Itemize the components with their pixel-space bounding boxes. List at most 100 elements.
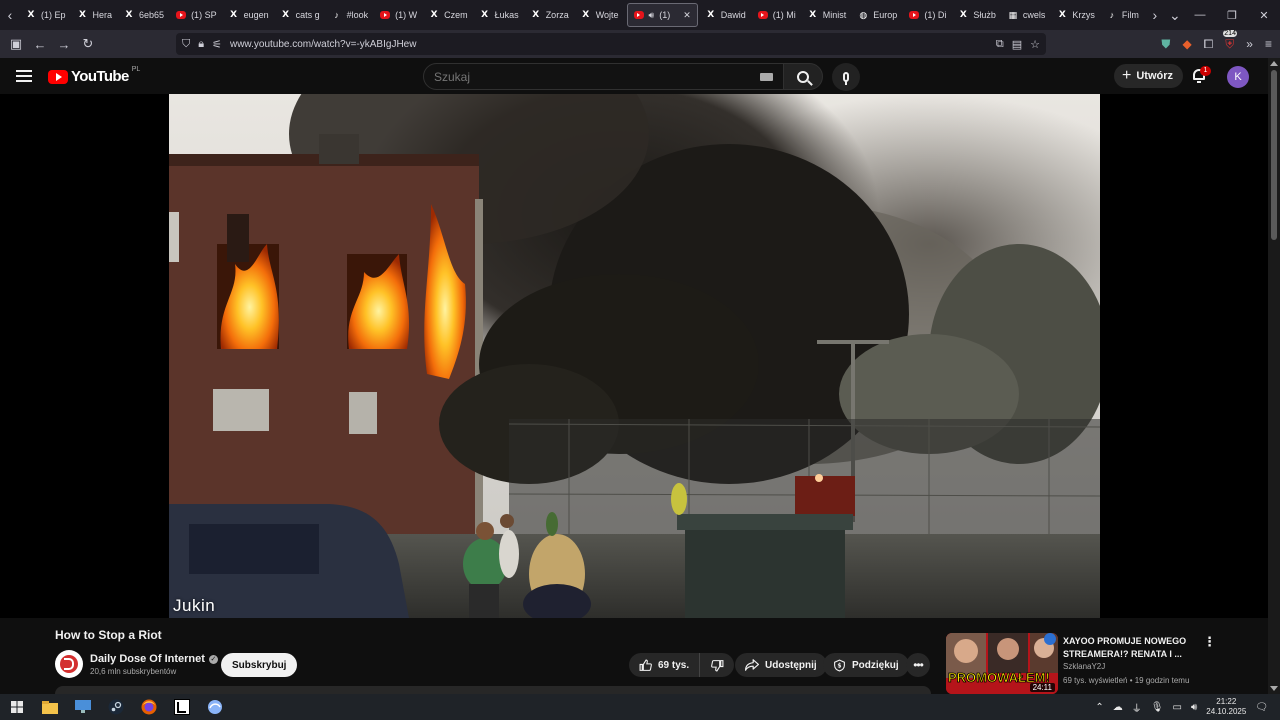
browser-tab[interactable]: X Zorza — [525, 0, 575, 30]
browser-tab[interactable]: X Minist — [802, 0, 853, 30]
browser-tab[interactable]: X 6eb65 — [118, 0, 170, 30]
create-button[interactable]: + Utwórz — [1114, 64, 1184, 88]
overflow-chevrons-icon[interactable]: » — [1246, 37, 1253, 51]
scroll-down-arrow-icon[interactable] — [1270, 686, 1278, 691]
browser-tab[interactable]: X Dawid — [700, 0, 752, 30]
reader-view-icon[interactable]: ▤ — [1012, 38, 1022, 51]
close-window-icon[interactable]: ✕ — [1248, 0, 1280, 30]
vpn-shield-icon[interactable]: ⛊ — [1161, 37, 1170, 52]
extension-fox-icon[interactable]: ◆ — [1182, 37, 1191, 51]
scroll-up-arrow-icon[interactable] — [1270, 61, 1278, 66]
search-input[interactable] — [434, 69, 734, 84]
lock-icon[interactable]: 🔒︎ — [198, 38, 204, 51]
permissions-icon[interactable]: ⚟ — [212, 38, 222, 51]
video-player[interactable]: Jukin — [0, 94, 1268, 618]
notion-icon[interactable] — [165, 694, 198, 720]
firefox-icon[interactable] — [132, 694, 165, 720]
ublock-icon[interactable]: ⛨ 214 — [1223, 29, 1237, 52]
subscribe-button[interactable]: Subskrybuj — [221, 653, 298, 677]
usb-device-icon[interactable]: ⏚ — [1132, 700, 1142, 715]
bookmark-star-icon[interactable]: ☆ — [1030, 38, 1040, 51]
account-avatar[interactable]: K — [1227, 66, 1249, 88]
browser-tab[interactable]: ♪ #look — [326, 0, 375, 30]
channel-avatar[interactable] — [55, 650, 83, 678]
microphone-tray-icon[interactable]: 🎙︎ — [1151, 702, 1164, 713]
browser-tab[interactable]: Xcats g — [275, 0, 326, 30]
tab-scroll-left-button[interactable]: ‹ — [0, 0, 20, 30]
like-count: 69 tys. — [658, 659, 690, 671]
browser-tab[interactable]: X (1) Ep — [20, 0, 72, 30]
search-box[interactable] — [423, 63, 786, 90]
browser-tab[interactable]: ▦ cwels — [1002, 0, 1052, 30]
url-bar[interactable]: ⛉ 🔒︎ ⚟ www.youtube.com/watch?v=-ykABIgJH… — [176, 33, 1046, 55]
x-icon: X — [959, 10, 967, 20]
channel-name[interactable]: Daily Dose Of Internet — [90, 653, 205, 665]
ai-app-icon[interactable] — [198, 694, 231, 720]
extensions-puzzle-icon[interactable]: ⧠ — [1204, 37, 1214, 52]
tab-list-dropdown-button[interactable]: ⌄ — [1165, 0, 1185, 30]
like-button[interactable]: 69 tys. — [629, 653, 701, 677]
notifications-icon[interactable]: 🗨︎ — [1255, 702, 1268, 713]
scroll-thumb[interactable] — [1271, 70, 1277, 240]
restore-icon[interactable]: ❐ — [1216, 0, 1248, 30]
x-icon: X — [27, 10, 35, 20]
tab-audio-icon[interactable]: 🔊︎ — [649, 10, 655, 21]
recommendation-menu-icon[interactable]: ⋮ — [1203, 635, 1216, 650]
windows-taskbar: ⌃ ☁ ⏚ 🎙︎ ▭ 🔊︎ 21:22 24.10.2025 🗨︎ — [0, 694, 1280, 720]
keyboard-icon[interactable] — [760, 73, 773, 81]
channel-name-link[interactable]: Daily Dose Of Internet ✓ — [90, 653, 218, 665]
browser-tab[interactable]: (1) W — [374, 0, 423, 30]
browser-tab[interactable]: X Hera — [72, 0, 119, 30]
browser-tab[interactable]: ♪ Film — [1101, 0, 1145, 30]
tab-scroll-right-button[interactable]: › — [1145, 0, 1165, 30]
volume-icon[interactable]: 🔊︎ — [1191, 702, 1197, 713]
video-frame[interactable]: Jukin — [169, 94, 1100, 618]
reload-icon[interactable]: ↻ — [76, 30, 100, 58]
browser-tab-label: (1) — [659, 10, 671, 20]
sidebar-toggle-icon[interactable]: ▣ — [4, 30, 28, 58]
back-icon[interactable]: ← — [28, 30, 52, 58]
browser-tab[interactable]: X Łukas — [474, 0, 525, 30]
dislike-button[interactable] — [700, 653, 734, 677]
close-tab-icon[interactable]: ✕ — [683, 10, 691, 21]
remote-desktop-icon[interactable] — [66, 694, 99, 720]
guide-menu-icon[interactable] — [14, 67, 34, 85]
url-text[interactable]: www.youtube.com/watch?v=-ykABIgJHew — [230, 39, 416, 50]
browser-tab[interactable]: 🔊︎ (1) ✕ — [626, 3, 698, 27]
thanks-button[interactable]: $ Podziękuj — [823, 653, 909, 677]
recommendation-title[interactable]: XAYOO PROMUJE NOWEGO STREAMERA!? RENATA … — [1063, 635, 1203, 661]
youtube-logo[interactable]: YouTube PL — [48, 66, 140, 85]
clock[interactable]: 21:22 24.10.2025 — [1206, 697, 1246, 717]
browser-tab[interactable]: Xeugen — [223, 0, 275, 30]
search-button[interactable] — [783, 63, 823, 90]
minimize-icon[interactable]: — — [1184, 0, 1216, 30]
browser-tab[interactable]: X Wojte — [575, 0, 625, 30]
browser-tab[interactable]: X Czem — [423, 0, 474, 30]
browser-tab-label: Film — [1121, 10, 1139, 20]
browser-tab[interactable]: (1) SP — [170, 0, 223, 30]
page-scrollbar[interactable] — [1268, 58, 1280, 694]
forward-icon[interactable]: → — [52, 30, 76, 58]
x-icon: X — [582, 10, 590, 20]
browser-tab[interactable]: X Służb — [952, 0, 1002, 30]
description-box[interactable] — [55, 686, 931, 694]
recommendation-channel[interactable]: SzklanaY2J — [1063, 662, 1105, 671]
share-arrow-icon — [745, 659, 759, 671]
browser-tab[interactable]: (1) Di — [903, 0, 952, 30]
more-actions-button[interactable]: ••• — [906, 653, 930, 677]
browser-tab[interactable]: (1) Mi — [752, 0, 802, 30]
browser-tab[interactable]: X Krzys — [1051, 0, 1101, 30]
app-menu-icon[interactable]: ≡ — [1265, 37, 1272, 51]
file-explorer-icon[interactable] — [33, 694, 66, 720]
share-button[interactable]: Udostępnij — [735, 653, 827, 677]
voice-search-button[interactable] — [832, 63, 860, 91]
recommendation-thumbnail[interactable]: PROMOWAŁEM! 24:11 — [946, 633, 1058, 694]
picture-in-picture-icon[interactable]: ⧉ — [996, 38, 1004, 51]
tray-overflow-chevron-icon[interactable]: ⌃ — [1095, 702, 1103, 713]
onedrive-cloud-icon[interactable]: ☁ — [1113, 702, 1123, 713]
browser-tab[interactable]: ◍ Europ — [852, 0, 903, 30]
network-icon[interactable]: ▭ — [1172, 702, 1181, 713]
shield-icon[interactable]: ⛉ — [182, 38, 190, 51]
steam-icon[interactable] — [99, 694, 132, 720]
windows-start-icon[interactable] — [0, 694, 33, 720]
